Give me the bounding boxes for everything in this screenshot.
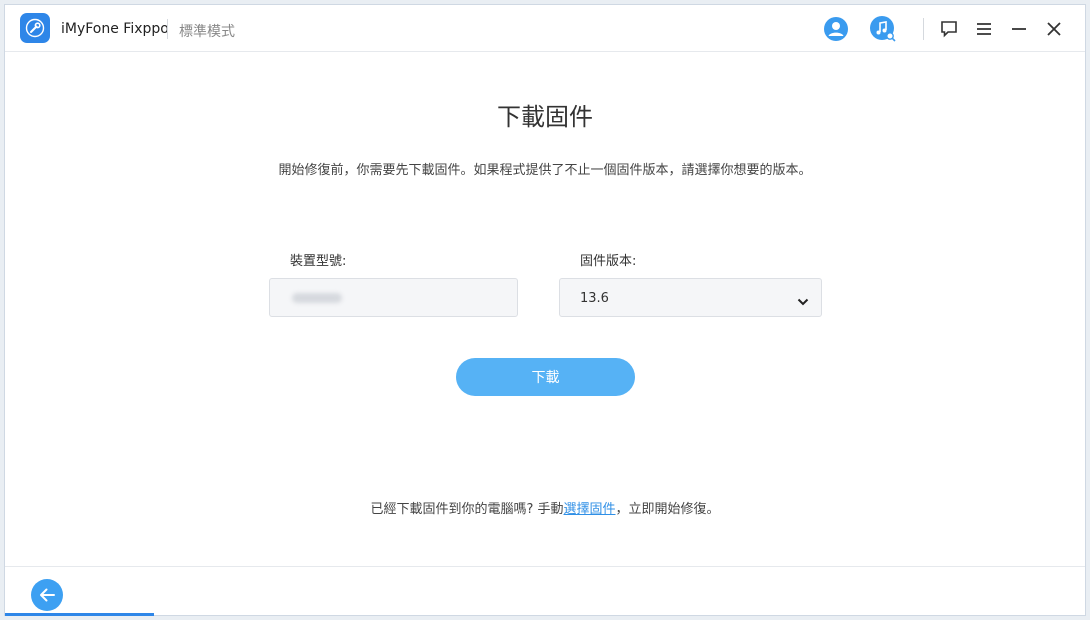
user-icon[interactable] <box>822 15 850 43</box>
menu-icon[interactable] <box>970 15 998 43</box>
footer-note-prefix: 已經下載固件到你的電腦嗎? 手動 <box>370 502 564 517</box>
wrench-icon <box>20 13 50 43</box>
select-firmware-link[interactable]: 選擇固件 <box>564 502 616 517</box>
footer-note: 已經下載固件到你的電腦嗎? 手動選擇固件，立即開始修復。 <box>5 498 1085 517</box>
progress-accent <box>5 613 154 616</box>
bottom-bar <box>5 566 1085 616</box>
download-button[interactable]: 下載 <box>456 358 635 396</box>
close-icon[interactable] <box>1040 15 1068 43</box>
redacted-model-value <box>292 293 342 303</box>
footer-note-suffix: ，立即開始修復。 <box>615 502 720 517</box>
device-model-field <box>269 278 518 317</box>
page-description: 開始修復前，你需要先下載固件。如果程式提供了不止一個固件版本，請選擇你想要的版本… <box>278 163 812 178</box>
chat-icon[interactable] <box>935 15 963 43</box>
music-search-icon[interactable] <box>869 15 897 43</box>
back-arrow-icon[interactable] <box>31 579 63 611</box>
app-window: iMyFone Fixppo 標準模式 下載固件 開始修復前，你需要先下載固件。… <box>4 4 1086 616</box>
firmware-version-select[interactable]: 13.6 <box>559 278 822 317</box>
firmware-version-label: 固件版本: <box>580 254 637 269</box>
minimize-icon[interactable] <box>1005 15 1033 43</box>
title-bar: iMyFone Fixppo 標準模式 <box>5 5 1085 52</box>
app-name: iMyFone Fixppo <box>61 21 169 37</box>
title-divider <box>167 19 168 39</box>
toolbar-divider <box>923 18 924 40</box>
mode-label: 標準模式 <box>179 24 235 40</box>
page-title: 下載固件 <box>497 103 593 131</box>
chevron-down-icon <box>797 292 809 311</box>
device-model-label: 裝置型號: <box>290 254 347 269</box>
firmware-version-value: 13.6 <box>580 291 609 306</box>
